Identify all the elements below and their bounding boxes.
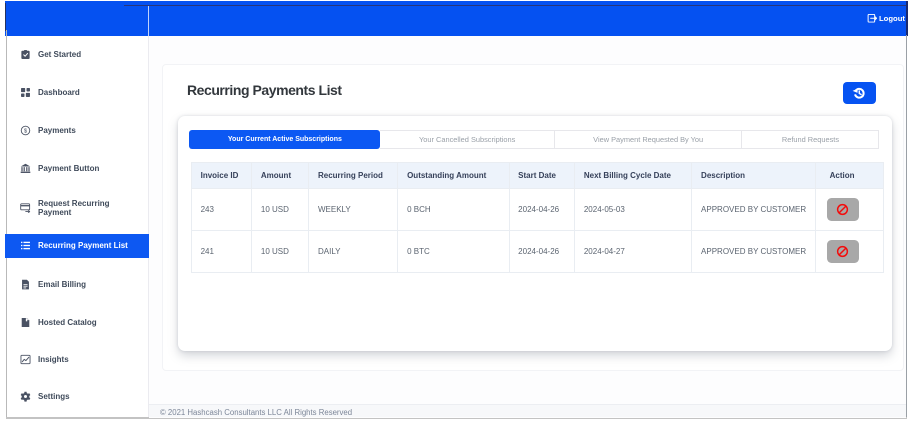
- svg-text:$: $: [24, 129, 28, 135]
